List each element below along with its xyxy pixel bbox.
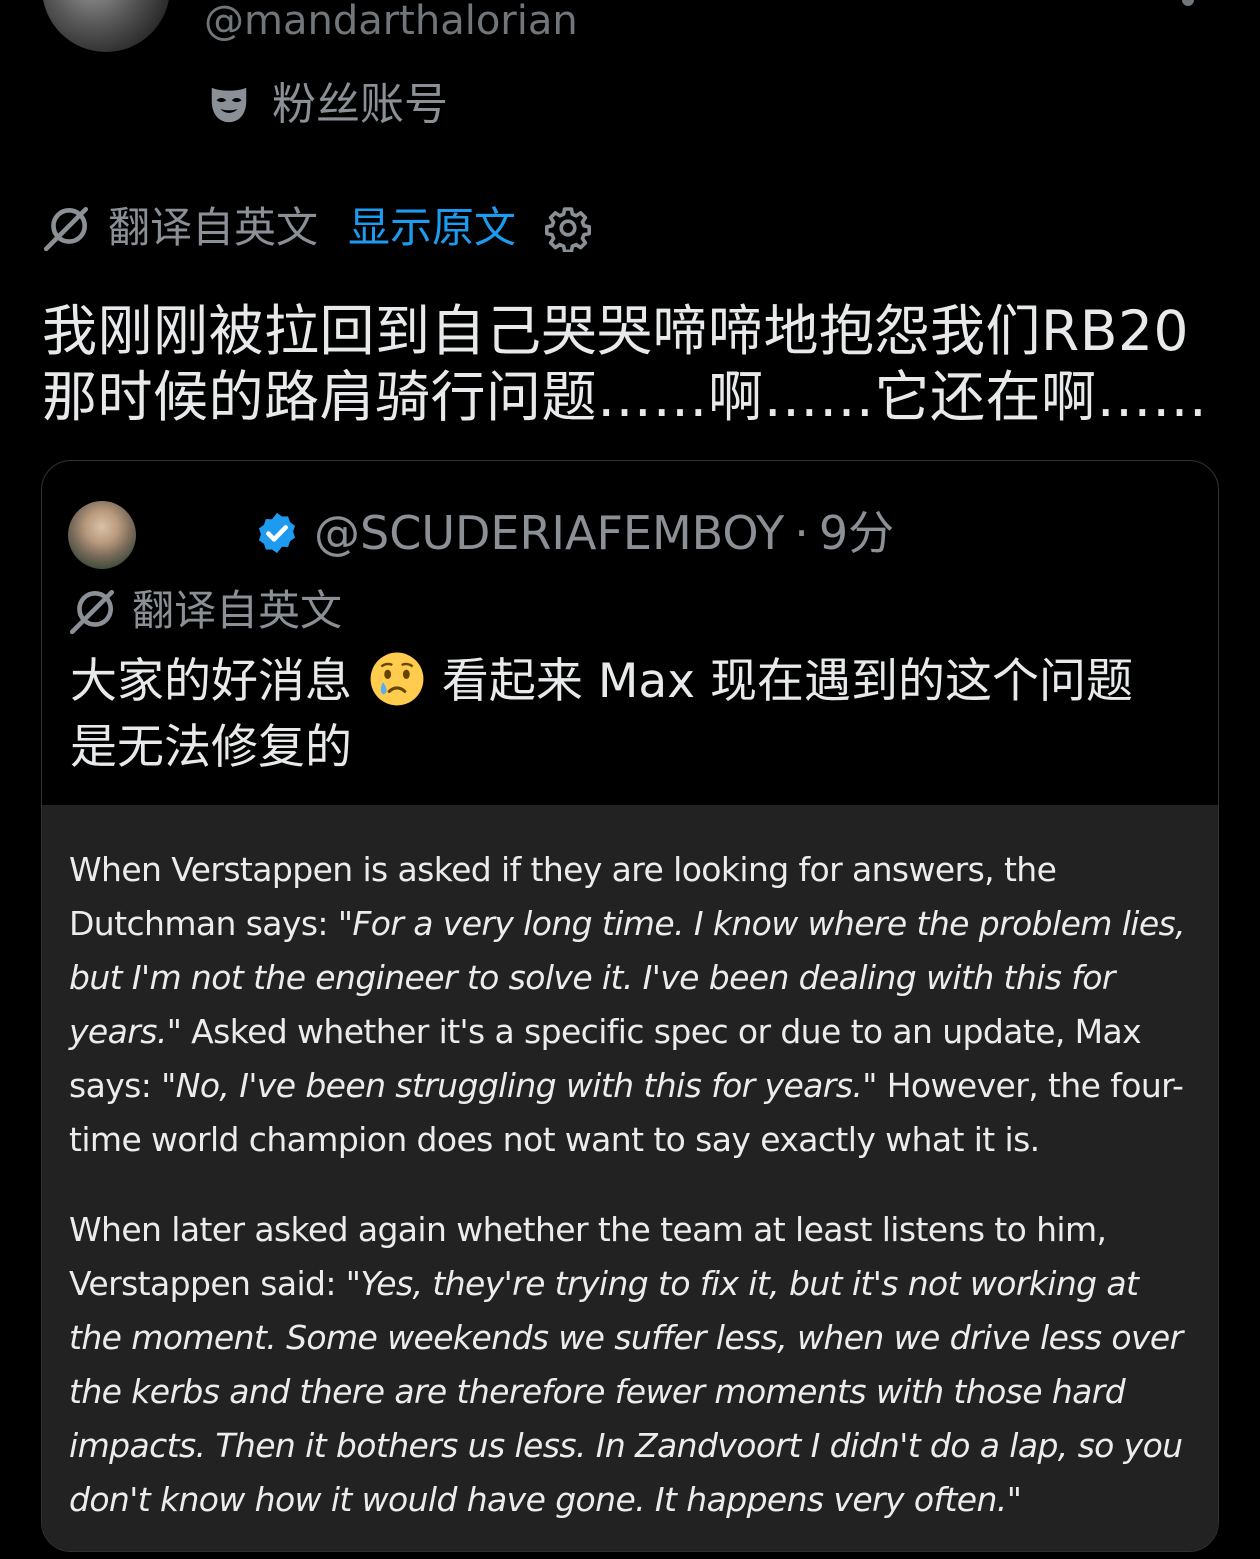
article-paragraph: When Verstappen is asked if they are loo… (69, 843, 1199, 1167)
quoted-tweet-card[interactable]: @SCUDERIAFEMBOY · 9分 翻译自英文 大家的好消息 看起来 Ma… (41, 460, 1219, 1552)
article-paragraph: When later asked again whether the team … (69, 1203, 1199, 1527)
sad-relieved-face-emoji-icon (370, 652, 424, 706)
show-original-link[interactable]: 显示原文 (348, 202, 516, 254)
tweet-detail-page: @mandarthalorian 粉丝账号 翻译自英文 显示原文 我刚刚被拉回到… (0, 0, 1260, 1559)
header-separator: · (794, 506, 809, 560)
fan-account-badge: 粉丝账号 (206, 80, 448, 130)
article-quote: "No, I've been struggling with this for … (161, 1066, 877, 1105)
article-screenshot[interactable]: When Verstappen is asked if they are loo… (42, 805, 1218, 1551)
tweet-text: 我刚刚被拉回到自己哭哭啼啼地抱怨我们RB20 那时候的路肩骑行问题……啊……它还… (42, 298, 1232, 430)
author-avatar[interactable] (42, 0, 170, 52)
quoted-tweet-time[interactable]: 9分 (819, 505, 894, 561)
quoted-text-line: 是无法修复的 (70, 720, 352, 775)
translate-icon (43, 206, 89, 252)
verified-badge-icon (258, 512, 296, 554)
quoted-text-part: 大家的好消息 (70, 654, 352, 709)
translation-bar: 翻译自英文 显示原文 (42, 202, 592, 254)
translate-icon (69, 589, 115, 635)
fan-account-label: 粉丝账号 (272, 79, 448, 130)
translated-label: 翻译自英文 (108, 203, 319, 252)
tweet-text-line: 我刚刚被拉回到自己哭哭啼啼地抱怨我们RB20 (42, 299, 1189, 363)
quoted-tweet-header: @SCUDERIAFEMBOY · 9分 (254, 505, 894, 561)
author-handle[interactable]: @mandarthalorian (204, 0, 578, 44)
gear-icon[interactable] (544, 204, 592, 252)
more-options-icon[interactable] (1182, 0, 1194, 6)
quoted-author-handle[interactable]: @SCUDERIAFEMBOY (314, 505, 784, 561)
quoted-translation-bar: 翻译自英文 (68, 585, 342, 637)
mask-icon (211, 87, 247, 123)
quoted-tweet-text: 大家的好消息 看起来 Max 现在遇到的这个问题 是无法修复的 (70, 649, 1200, 781)
quoted-text-part: 看起来 Max 现在遇到的这个问题 (441, 654, 1133, 709)
quoted-author-avatar[interactable] (68, 501, 136, 569)
tweet-text-line: 那时候的路肩骑行问题……啊……它还在啊…… (42, 365, 1208, 429)
quoted-translated-label: 翻译自英文 (132, 586, 343, 635)
